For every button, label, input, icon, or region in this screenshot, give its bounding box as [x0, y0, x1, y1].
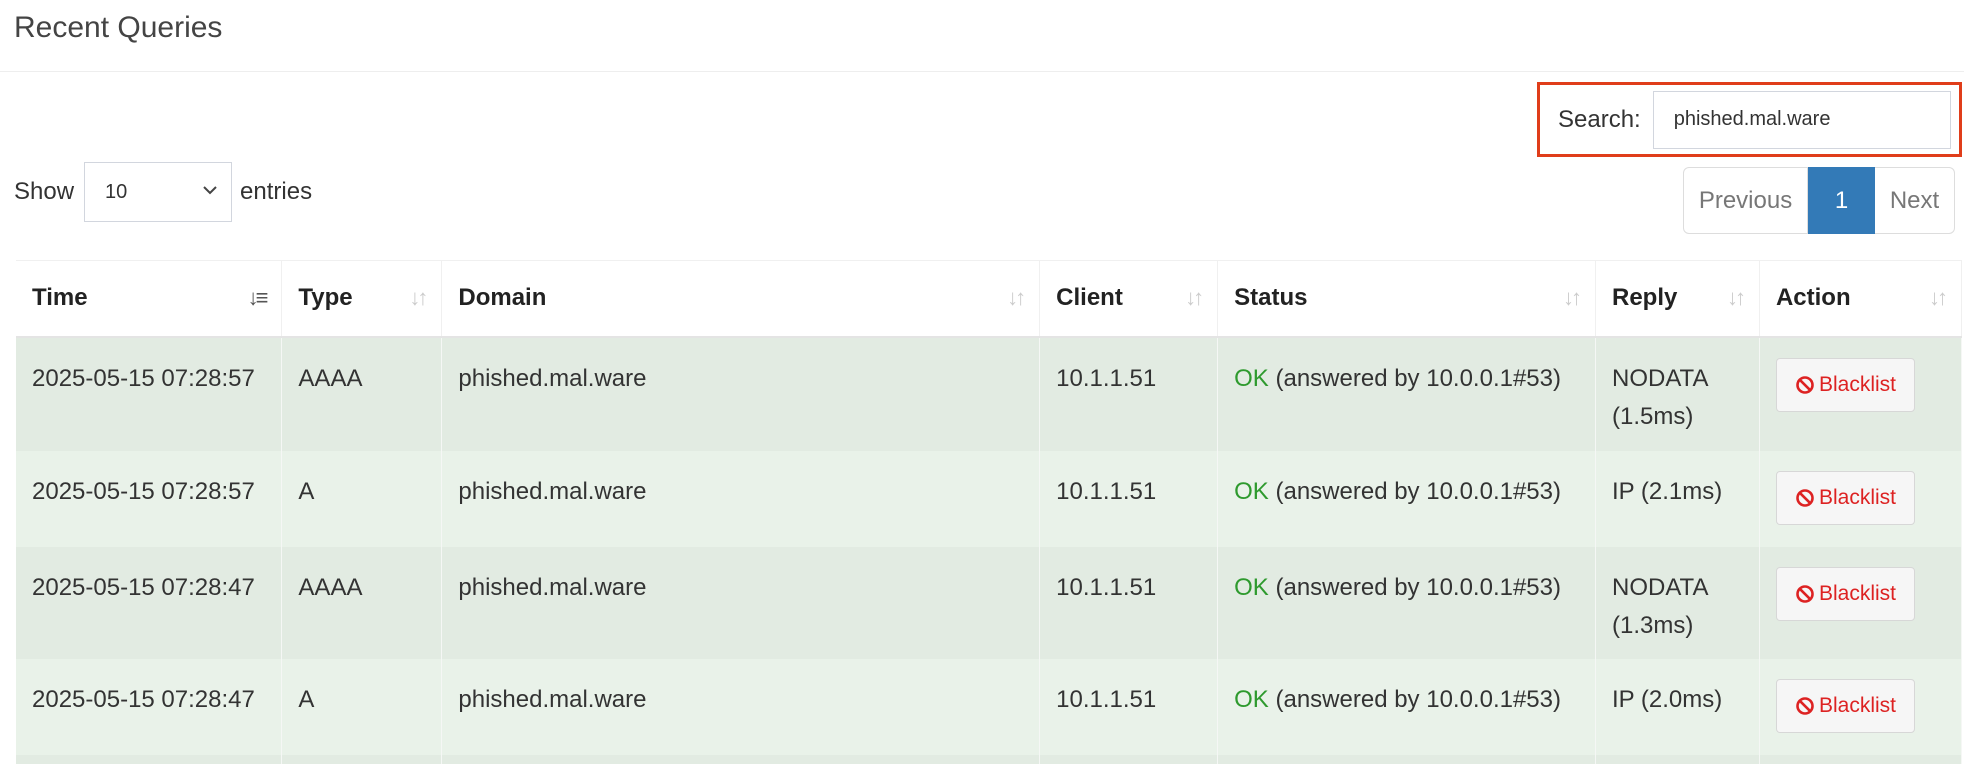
show-label: Show	[14, 178, 75, 205]
sort-both-icon: ↓↑	[1726, 285, 1746, 310]
ban-icon	[1796, 488, 1814, 507]
cell-status: OK (answered by 10.0.0.1#53)	[1217, 450, 1596, 547]
cell-action: Blacklist	[1759, 658, 1963, 755]
blacklist-button[interactable]: Blacklist	[1775, 566, 1915, 621]
cell-type: A	[281, 450, 443, 547]
cell-status: OK (answered by 10.0.0.1#53)	[1217, 336, 1596, 451]
cell-reply: NODATA (1.3ms)	[1595, 546, 1760, 659]
blacklist-label: Blacklist	[1818, 485, 1896, 509]
status-detail: (answered by 10.0.0.1#53)	[1268, 573, 1561, 601]
cell-status: OK (answered by 10.0.0.1#53)	[1217, 546, 1596, 659]
page-title: Recent Queries	[14, 11, 223, 44]
table-header-row: Time ↓≡ Type ↓↑ Domain ↓↑ Client ↓↑ Status ↓↑…	[16, 260, 1963, 338]
table-row: 2025-05-15 07:28:47 AAAA phished.mal.war…	[16, 546, 1963, 659]
previous-page-button[interactable]: Previous	[1683, 167, 1808, 234]
status-ok: OK	[1234, 573, 1269, 601]
entries-select-value: 10	[105, 180, 128, 203]
next-page-button[interactable]: Next	[1875, 167, 1955, 234]
table-row: 2025-05-15 07:28:57 A phished.mal.ware 1…	[16, 450, 1963, 547]
status-detail: (answered by 10.0.0.1#53)	[1268, 685, 1561, 713]
search-input[interactable]	[1652, 90, 1951, 149]
ban-icon	[1796, 584, 1814, 603]
status-ok: OK	[1234, 685, 1269, 713]
blacklist-button[interactable]: Blacklist	[1775, 357, 1915, 412]
cell-reply: IP (2.0ms)	[1595, 658, 1760, 755]
blacklist-button[interactable]: Blacklist	[1775, 470, 1915, 525]
reply-line: (1.3ms)	[1612, 611, 1694, 639]
cell-time: 2025-05-15 07:28:47	[16, 546, 283, 659]
entries-label: entries	[240, 178, 313, 205]
cell-action: Blacklist	[1759, 336, 1963, 451]
recent-queries-page: Recent Queries Search: Show 10 entries P…	[0, 0, 1964, 764]
blacklist-label: Blacklist	[1818, 372, 1896, 396]
sort-both-icon: ↓↑	[1007, 285, 1026, 310]
status-ok: OK	[1234, 364, 1269, 392]
blacklist-button[interactable]: Blacklist	[1775, 678, 1915, 733]
cell-client: 10.1.1.51	[1039, 546, 1219, 659]
cell-domain: phished.mal.ware	[441, 546, 1041, 659]
entries-select[interactable]: 10	[84, 162, 233, 222]
box-header: Recent Queries	[0, 0, 1964, 72]
cell-time: 2025-05-15 07:28:57	[16, 450, 283, 547]
status-detail: (answered by 10.0.0.1#53)	[1268, 477, 1561, 505]
cell-client: 10.1.1.51	[1039, 658, 1219, 755]
column-header-client[interactable]: Client ↓↑	[1039, 260, 1219, 338]
cell-reply: NODATA (1.5ms)	[1595, 336, 1760, 451]
ban-icon	[1796, 696, 1814, 715]
sort-both-icon: ↓↑	[409, 285, 428, 310]
table-controls: Search: Show 10 entries Previous 1 Next	[0, 72, 1964, 260]
reply-line: NODATA	[1612, 573, 1709, 601]
blacklist-label: Blacklist	[1818, 693, 1896, 717]
cell-status: OK (answered by 10.0.0.1#53)	[1217, 658, 1596, 755]
chevron-down-icon	[203, 179, 217, 200]
search-highlight-box: Search:	[1537, 82, 1962, 157]
cell-type: AAAA	[281, 336, 443, 451]
cell-action: Blacklist	[1759, 450, 1963, 547]
cell-domain: phished.mal.ware	[441, 450, 1041, 547]
column-header-reply[interactable]: Reply ↓↑	[1595, 260, 1760, 338]
column-header-domain[interactable]: Domain ↓↑	[441, 260, 1041, 338]
table-row: 2025-05-15 07:28:47 A phished.mal.ware 1…	[16, 658, 1963, 755]
cell-time: 2025-05-15 07:28:57	[16, 336, 283, 451]
cell-domain: phished.mal.ware	[441, 658, 1041, 755]
column-header-time[interactable]: Time ↓≡	[16, 260, 283, 338]
sort-desc-active-icon: ↓≡	[247, 285, 269, 310]
sort-both-icon: ↓↑	[1929, 285, 1948, 310]
sort-both-icon: ↓↑	[1563, 285, 1582, 310]
column-header-type[interactable]: Type ↓↑	[281, 260, 443, 338]
queries-table: Time ↓≡ Type ↓↑ Domain ↓↑ Client ↓↑ Status ↓↑…	[16, 260, 1963, 764]
cell-time: 2025-05-15 07:28:47	[16, 658, 283, 755]
reply-line: (1.5ms)	[1612, 402, 1694, 430]
page-1-button[interactable]: 1	[1808, 167, 1875, 234]
cell-type: A	[281, 658, 443, 755]
reply-line: IP (2.1ms)	[1612, 477, 1723, 505]
table-row-partial	[16, 754, 1963, 764]
cell-domain: phished.mal.ware	[441, 336, 1041, 451]
ban-icon	[1796, 375, 1814, 394]
search-label: Search:	[1558, 105, 1641, 133]
length-control: Show 10 entries	[14, 162, 312, 222]
blacklist-label: Blacklist	[1818, 581, 1896, 605]
reply-line: IP (2.0ms)	[1612, 685, 1723, 713]
status-ok: OK	[1234, 477, 1269, 505]
column-header-action[interactable]: Action ↓↑	[1759, 260, 1963, 338]
sort-both-icon: ↓↑	[1185, 285, 1204, 310]
cell-reply: IP (2.1ms)	[1595, 450, 1760, 547]
column-header-status[interactable]: Status ↓↑	[1217, 260, 1596, 338]
pagination: Previous 1 Next	[1683, 167, 1955, 234]
reply-line: NODATA	[1612, 364, 1709, 392]
cell-action: Blacklist	[1759, 546, 1963, 659]
status-detail: (answered by 10.0.0.1#53)	[1268, 364, 1561, 392]
cell-client: 10.1.1.51	[1039, 450, 1219, 547]
cell-client: 10.1.1.51	[1039, 336, 1219, 451]
cell-type: AAAA	[281, 546, 443, 659]
table-row: 2025-05-15 07:28:57 AAAA phished.mal.war…	[16, 336, 1963, 451]
